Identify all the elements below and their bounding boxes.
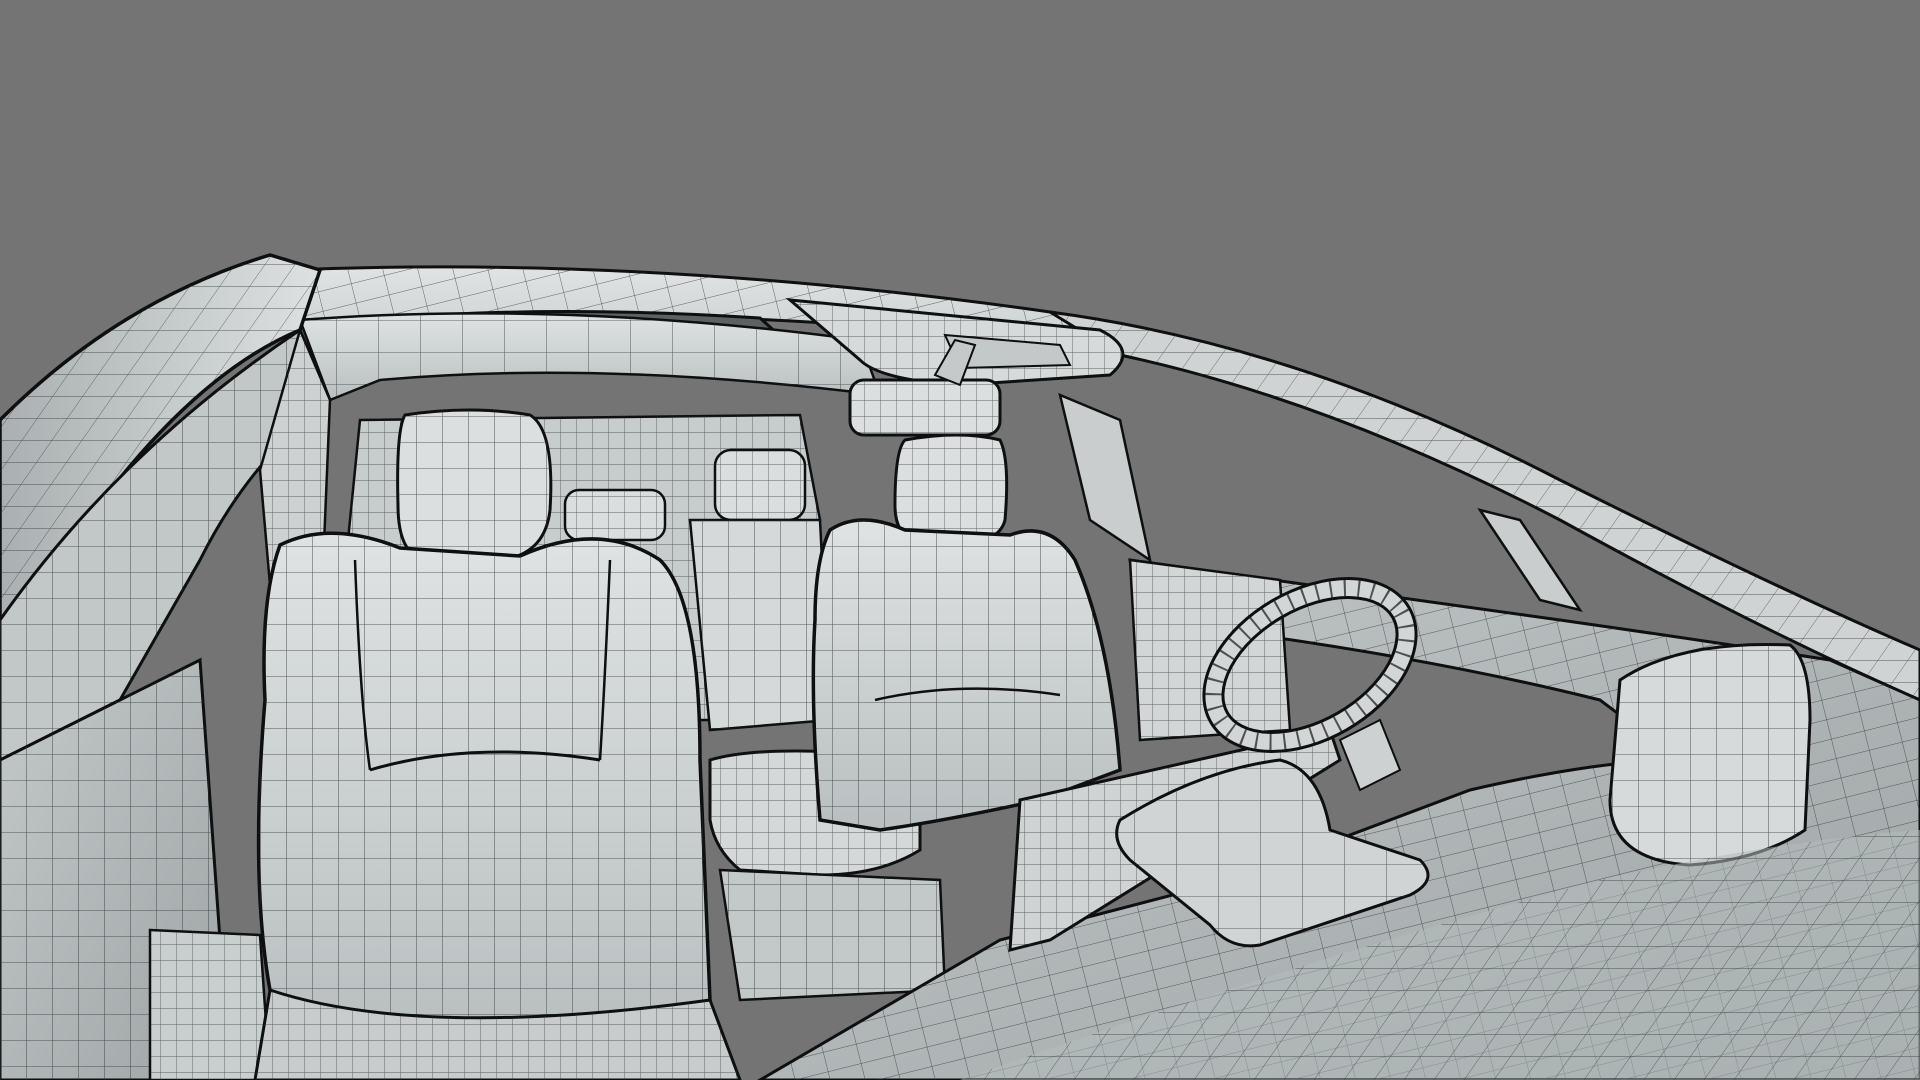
- headliner: [298, 312, 882, 402]
- 3d-viewport[interactable]: [0, 0, 1920, 1080]
- car-interior-wireframe-render: [0, 253, 1920, 1080]
- passenger-seat[interactable]: [811, 433, 1122, 832]
